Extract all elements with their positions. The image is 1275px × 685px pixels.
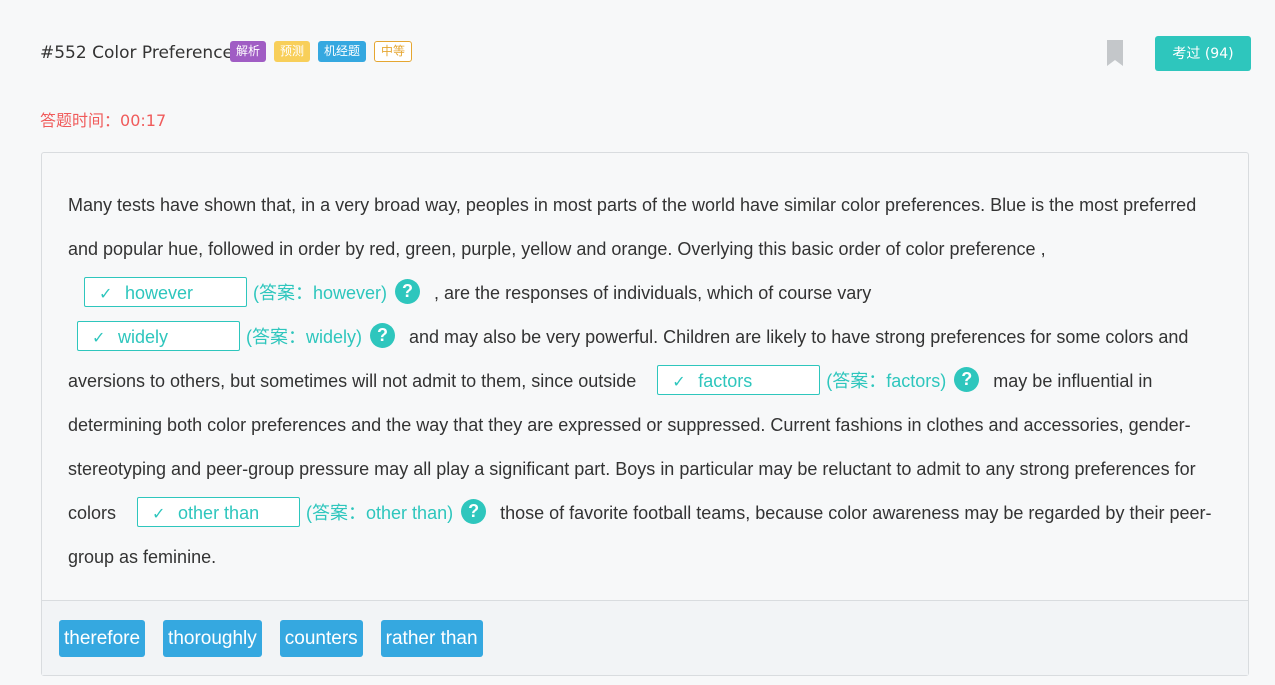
blank-value: other than	[178, 503, 260, 524]
timer-label: 答题时间：	[40, 111, 121, 130]
answer-blank-1[interactable]: ✓ however	[84, 277, 247, 308]
bookmark-icon[interactable]	[1107, 40, 1123, 66]
answer-blank-3[interactable]: ✓ factors	[657, 365, 821, 396]
help-icon[interactable]: ?	[954, 366, 980, 392]
passage-segment: , are the responses of individuals, whic…	[434, 283, 872, 303]
correct-answer-1: (答案：however)	[253, 283, 388, 303]
question-card: Many tests have shown that, in a very br…	[41, 152, 1249, 676]
option-chip[interactable]: rather than	[380, 620, 483, 657]
blank-value: however	[125, 283, 194, 304]
taken-count-button[interactable]: 考过 (94)	[1155, 36, 1251, 71]
option-chips: therefore thoroughly counters rather tha…	[59, 620, 483, 657]
blank-value: widely	[118, 327, 169, 348]
passage-segment: Many tests have shown that, in a very br…	[68, 195, 1197, 259]
check-icon: ✓	[92, 330, 106, 348]
help-icon[interactable]: ?	[395, 278, 421, 304]
check-icon: ✓	[672, 374, 686, 392]
option-chip[interactable]: counters	[279, 620, 363, 657]
tag-difficulty: 中等	[374, 41, 413, 62]
passage-text: Many tests have shown that, in a very br…	[68, 183, 1228, 579]
tag-exam-question[interactable]: 机经题	[318, 41, 367, 62]
answer-blank-2[interactable]: ✓ widely	[77, 321, 240, 352]
correct-answer-4: (答案：other than)	[306, 503, 454, 523]
tag-analysis[interactable]: 解析	[230, 41, 267, 62]
check-icon: ✓	[99, 286, 113, 304]
correct-answer-3: (答案：factors)	[826, 371, 947, 391]
tag-list: 解析 预测 机经题 中等	[230, 41, 413, 62]
check-icon: ✓	[152, 506, 166, 524]
option-chip[interactable]: thoroughly	[163, 620, 262, 657]
question-title: #552 Color Preference	[40, 43, 234, 63]
option-chip[interactable]: therefore	[59, 620, 146, 657]
help-icon[interactable]: ?	[370, 322, 396, 348]
answer-timer: 答题时间：00:17	[40, 107, 166, 131]
tag-prediction[interactable]: 预测	[274, 41, 311, 62]
correct-answer-2: (答案：widely)	[246, 327, 363, 347]
timer-value: 00:17	[120, 111, 167, 130]
question-header: #552 Color Preference 解析 预测 机经题 中等 考过 (9…	[40, 36, 1251, 71]
help-icon[interactable]: ?	[461, 498, 487, 524]
answer-blank-4[interactable]: ✓ other than	[137, 497, 301, 528]
blank-value: factors	[698, 371, 753, 392]
options-tray: therefore thoroughly counters rather tha…	[42, 600, 1248, 675]
